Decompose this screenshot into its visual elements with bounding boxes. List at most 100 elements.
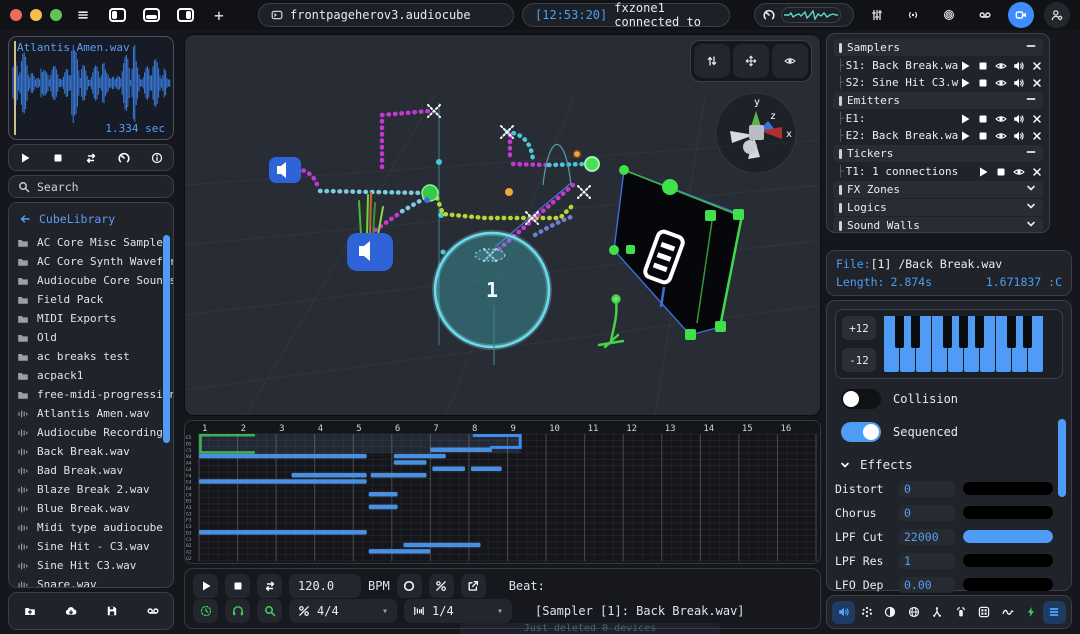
object-item[interactable]: ├ E1: [833, 110, 1043, 127]
library-search[interactable] [8, 175, 174, 198]
recordings-button[interactable] [972, 4, 998, 26]
library-folder-item[interactable]: acpack1 [9, 366, 173, 385]
midi-note[interactable] [393, 453, 446, 459]
black-key[interactable] [1007, 316, 1016, 348]
save-button[interactable] [106, 605, 118, 617]
library-file-item[interactable]: Midi type audiocube› [9, 518, 173, 537]
item-eye-button[interactable] [995, 113, 1007, 125]
item-close-button[interactable] [1031, 130, 1043, 142]
axis-gizmo[interactable]: y z x [714, 91, 798, 175]
item-eye-button[interactable] [995, 130, 1007, 142]
viewport-3d[interactable]: y z x 1 [184, 34, 821, 416]
import-folder-button[interactable] [24, 605, 36, 617]
collapse-group-button[interactable] [1025, 93, 1037, 108]
collapse-group-button[interactable] [1025, 146, 1037, 161]
library-file-item[interactable]: Blaze Break 2.wav [9, 480, 173, 499]
item-speaker-button[interactable] [1013, 130, 1025, 142]
library-folder-item[interactable]: free-midi-progressions [9, 385, 173, 404]
sample-preview[interactable]: Atlantis Amen.wav 1.334 sec [8, 36, 174, 140]
library-folder-item[interactable]: AC Core Misc Samples [9, 233, 173, 252]
move-vertical-tool[interactable] [694, 44, 730, 78]
master-meter[interactable] [754, 3, 854, 27]
preview-play-button[interactable] [19, 152, 31, 164]
black-key[interactable] [911, 316, 920, 348]
library-file-item[interactable]: Atlantis Amen.wav [9, 404, 173, 423]
effect-slider[interactable] [963, 578, 1053, 591]
zoom-button[interactable] [257, 599, 282, 623]
project-name-field[interactable]: frontpageherov3.audiocube [258, 3, 514, 27]
item-eye-button[interactable] [1013, 166, 1025, 178]
midi-note[interactable] [368, 549, 431, 554]
time-signature-select[interactable]: 4/4 ▾ [289, 599, 397, 623]
midi-note[interactable] [199, 453, 367, 459]
palette-particles-button[interactable] [855, 601, 878, 624]
history-button[interactable] [193, 599, 218, 623]
library-folder-item[interactable]: Audiocube Core Sounds [9, 271, 173, 290]
move-tool[interactable] [733, 44, 769, 78]
library-file-item[interactable]: Snare.wav [9, 575, 173, 587]
midi-note[interactable] [370, 472, 427, 478]
object-item[interactable]: ├ S2: Sine Hit C3.w [833, 74, 1043, 91]
view-tool[interactable] [772, 44, 808, 78]
palette-layers-button[interactable] [1042, 600, 1066, 624]
library-file-item[interactable]: Blue Break.wav [9, 499, 173, 518]
midi-note[interactable] [432, 466, 466, 472]
cloud-download-button[interactable] [65, 605, 77, 617]
midi-note[interactable] [430, 447, 493, 453]
item-play-button[interactable] [959, 77, 971, 89]
swing-button[interactable] [428, 574, 454, 598]
search-input[interactable] [37, 179, 147, 194]
effect-slider[interactable] [963, 482, 1053, 495]
midi-note[interactable] [393, 460, 427, 465]
midi-note[interactable] [403, 542, 481, 548]
item-stop-button[interactable] [977, 77, 989, 89]
toggle-right-panel-button[interactable] [172, 4, 198, 26]
item-speaker-button[interactable] [1013, 60, 1025, 72]
black-key[interactable] [975, 316, 984, 348]
play-button[interactable] [193, 574, 218, 598]
toggle-bottom-panel-button[interactable] [138, 4, 164, 26]
object-group-header[interactable]: Sound Walls [833, 217, 1043, 232]
palette-speaker-button[interactable] [832, 600, 855, 624]
item-stop-button[interactable] [977, 113, 989, 125]
effect-value[interactable]: 0 [899, 504, 955, 521]
effect-value[interactable]: 22000 [899, 528, 955, 545]
object-item[interactable]: ├ S1: Back Break.wa [833, 57, 1043, 74]
library-file-item[interactable]: Bad Break.wav [9, 461, 173, 480]
recordings-library-button[interactable] [147, 605, 159, 617]
bpm-field[interactable]: 120.0 [289, 574, 361, 598]
preview-info-button[interactable] [151, 152, 163, 164]
window-minimize-button[interactable] [30, 9, 42, 21]
item-close-button[interactable] [1031, 77, 1043, 89]
palette-emitter-button[interactable] [949, 601, 972, 624]
library-file-item[interactable]: Sine Hit C3.wav [9, 556, 173, 575]
midi-note[interactable] [291, 472, 367, 478]
midi-note[interactable] [199, 530, 367, 535]
palette-junction-button[interactable] [926, 601, 949, 624]
effect-value[interactable]: 0.00 [899, 576, 955, 593]
midi-note[interactable] [368, 504, 398, 510]
metronome-button[interactable] [396, 574, 422, 598]
item-play-button[interactable] [959, 113, 971, 125]
black-key[interactable] [959, 316, 968, 348]
midi-note[interactable] [368, 491, 398, 497]
library-file-item[interactable]: Audiocube Recordings› [9, 423, 173, 442]
expand-group-button[interactable] [1025, 218, 1037, 232]
item-speaker-button[interactable] [1013, 77, 1025, 89]
window-zoom-button[interactable] [50, 9, 62, 21]
collision-toggle[interactable] [841, 389, 881, 409]
object-group-header[interactable]: FX Zones [833, 181, 1043, 198]
account-button[interactable] [1044, 2, 1070, 28]
expand-group-button[interactable] [1025, 200, 1037, 215]
object-item[interactable]: ├ T1: 1 connections [833, 163, 1043, 180]
transpose-down-button[interactable]: -12 [842, 348, 876, 372]
object-group-header[interactable]: Tickers [833, 145, 1043, 162]
item-play-button[interactable] [959, 130, 971, 142]
effect-slider[interactable] [963, 554, 1053, 567]
sequencer-grid[interactable]: 1 2 3 4 5 6 7 8 9 10 11 12 13 14 15 16E5D5C5B4A4G4F4E4D… [185, 421, 820, 563]
effect-slider[interactable] [963, 506, 1053, 519]
library-folder-item[interactable]: Field Pack [9, 290, 173, 309]
sequenced-toggle[interactable] [841, 422, 881, 442]
black-key[interactable] [943, 316, 952, 348]
effect-slider[interactable] [963, 530, 1053, 543]
